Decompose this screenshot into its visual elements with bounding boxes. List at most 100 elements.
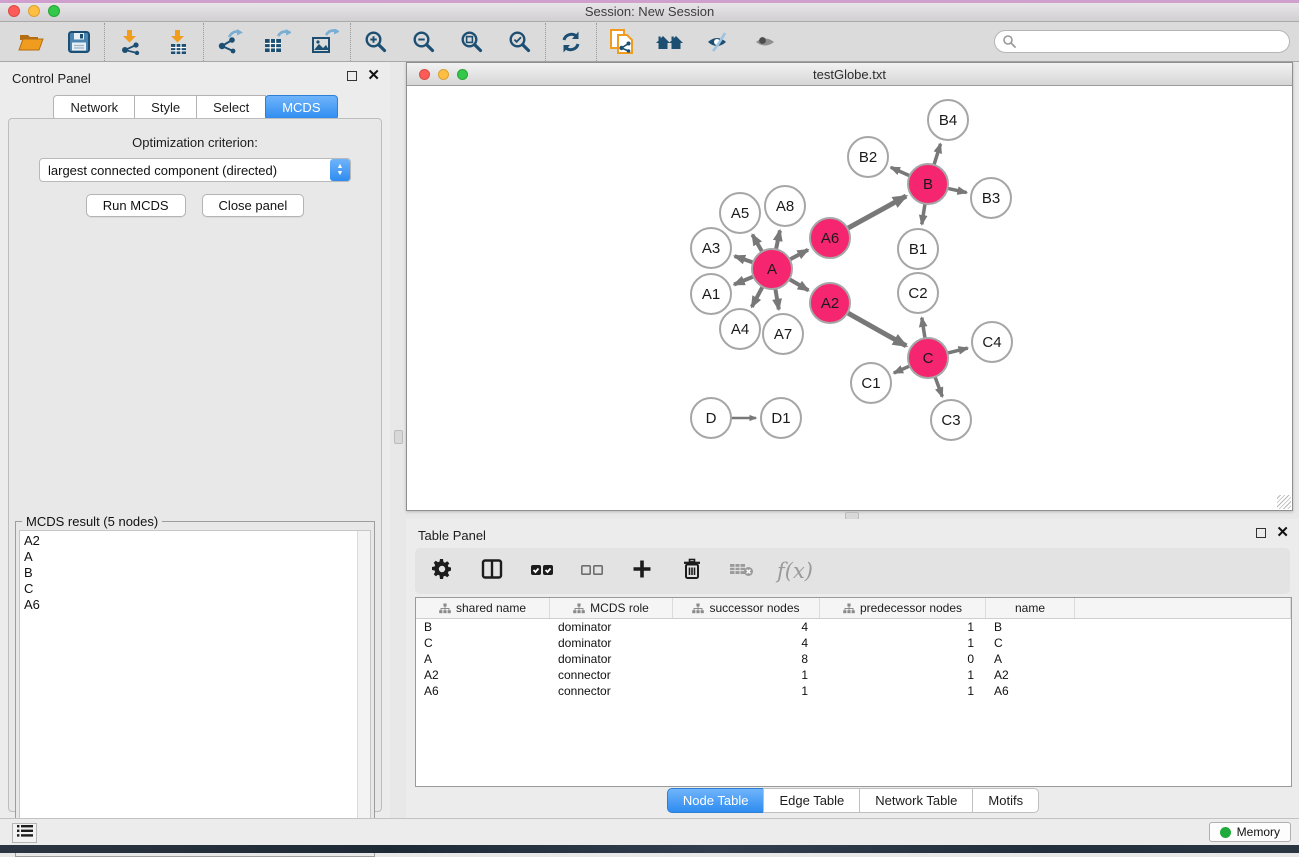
column-header[interactable]: successor nodes [673,598,820,618]
table-cell[interactable]: B [416,619,550,635]
close-table-panel-icon[interactable]: ✕ [1276,528,1289,538]
table-cell[interactable]: A2 [416,667,550,683]
graph-node-B4[interactable]: B4 [928,100,968,140]
table-cell[interactable]: 8 [673,651,820,667]
graph-edge-A-A2[interactable] [788,278,809,290]
network-canvas[interactable]: B4B2BB3A8A5A6A3B1AC2A1A2A4A7C4CC1C3DD1 [407,86,1292,510]
graph-node-C3[interactable]: C3 [931,400,971,440]
export-network-button[interactable] [212,26,246,58]
tab-edge-table[interactable]: Edge Table [763,788,860,813]
float-table-panel-icon[interactable] [1256,528,1266,538]
graph-node-B[interactable]: B [908,164,948,204]
mcds-result-item[interactable]: C [24,581,357,597]
table-row[interactable]: Cdominator41C [416,635,1291,651]
table-cell[interactable]: 1 [820,667,986,683]
graph-edge-A-A3[interactable] [735,256,755,263]
table-row[interactable]: A6connector11A6 [416,683,1291,699]
import-network-button[interactable] [113,26,147,58]
table-cell[interactable]: B [986,619,1075,635]
graph-edge-A-A6[interactable] [788,250,808,261]
close-panel-button[interactable]: Close panel [202,194,305,217]
close-panel-icon[interactable]: ✕ [367,71,380,81]
export-table-button[interactable] [260,26,294,58]
column-header[interactable]: name [986,598,1075,618]
open-session-button[interactable] [14,26,48,58]
mcds-result-item[interactable]: A [24,549,357,565]
table-cell[interactable]: 0 [820,651,986,667]
graph-node-B2[interactable]: B2 [848,137,888,177]
criterion-select[interactable]: largest connected component (directed) [39,158,351,182]
graph-edge-B-B3[interactable] [946,188,967,193]
table-cell[interactable]: dominator [550,619,673,635]
column-header[interactable]: MCDS role [550,598,673,618]
tab-select[interactable]: Select [196,95,266,120]
table-cell[interactable]: 1 [820,619,986,635]
graph-node-A5[interactable]: A5 [720,193,760,233]
graph-node-A6[interactable]: A6 [810,218,850,258]
table-cell[interactable]: 1 [820,635,986,651]
table-cell[interactable]: A2 [986,667,1075,683]
vertical-splitter-grip[interactable] [394,430,403,444]
zoom-selected-button[interactable] [503,26,537,58]
table-row[interactable]: A2connector11A2 [416,667,1291,683]
graph-edge-B-B1[interactable] [922,202,926,225]
graph-node-A1[interactable]: A1 [691,274,731,314]
table-row[interactable]: Adominator80A [416,651,1291,667]
table-cell[interactable]: C [986,635,1075,651]
tab-network[interactable]: Network [53,95,135,120]
table-cell[interactable]: dominator [550,635,673,651]
table-cell[interactable]: A [986,651,1075,667]
graph-node-C1[interactable]: C1 [851,363,891,403]
graph-edge-A2-C[interactable] [846,312,907,346]
function-builder-button[interactable]: f(x) [777,556,813,586]
graph-edge-A-A4[interactable] [752,285,764,307]
select-all-columns-button[interactable] [527,556,557,586]
run-mcds-button[interactable]: Run MCDS [86,194,186,217]
delete-table-button[interactable] [727,556,757,586]
mcds-list-scrollbar[interactable] [357,531,370,852]
node-table[interactable]: shared nameMCDS rolesuccessor nodesprede… [415,597,1292,787]
window-resize-grip[interactable] [1277,495,1291,509]
mcds-result-item[interactable]: A6 [24,597,357,613]
tab-motifs[interactable]: Motifs [972,788,1039,813]
graph-node-C2[interactable]: C2 [898,273,938,313]
duplicate-network-button[interactable] [605,26,639,58]
tab-mcds[interactable]: MCDS [265,95,337,120]
hide-details-button[interactable] [701,26,735,58]
graph-node-A8[interactable]: A8 [765,186,805,226]
table-cell[interactable]: 1 [673,683,820,699]
graph-edge-B-B4[interactable] [933,144,940,167]
graph-edge-A-A7[interactable] [775,287,779,310]
zoom-out-button[interactable] [407,26,441,58]
table-cell[interactable]: 4 [673,635,820,651]
zoom-in-button[interactable] [359,26,393,58]
show-details-button[interactable] [749,26,783,58]
graph-edge-B-B2[interactable] [891,167,912,176]
table-cell[interactable]: A [416,651,550,667]
show-column-panel-button[interactable] [477,556,507,586]
table-cell[interactable]: 1 [820,683,986,699]
zoom-fit-button[interactable] [455,26,489,58]
table-cell[interactable]: 1 [673,667,820,683]
save-session-button[interactable] [62,26,96,58]
tab-style[interactable]: Style [134,95,197,120]
graph-node-A3[interactable]: A3 [691,228,731,268]
table-settings-button[interactable] [427,556,457,586]
graph-node-C4[interactable]: C4 [972,322,1012,362]
graph-edge-C-C3[interactable] [934,375,942,397]
table-cell[interactable]: connector [550,683,673,699]
table-cell[interactable]: A6 [416,683,550,699]
table-cell[interactable]: connector [550,667,673,683]
show-all-networks-button[interactable] [653,26,687,58]
graph-edge-C-C2[interactable] [922,318,926,341]
graph-node-B1[interactable]: B1 [898,229,938,269]
task-history-button[interactable] [12,823,37,843]
float-panel-icon[interactable] [347,71,357,81]
table-cell[interactable]: 4 [673,619,820,635]
create-column-button[interactable] [627,556,657,586]
search-input[interactable] [994,30,1290,53]
graph-node-A[interactable]: A [752,249,792,289]
deselect-all-columns-button[interactable] [577,556,607,586]
graph-edge-C-C4[interactable] [946,348,968,354]
graph-node-A7[interactable]: A7 [763,314,803,354]
